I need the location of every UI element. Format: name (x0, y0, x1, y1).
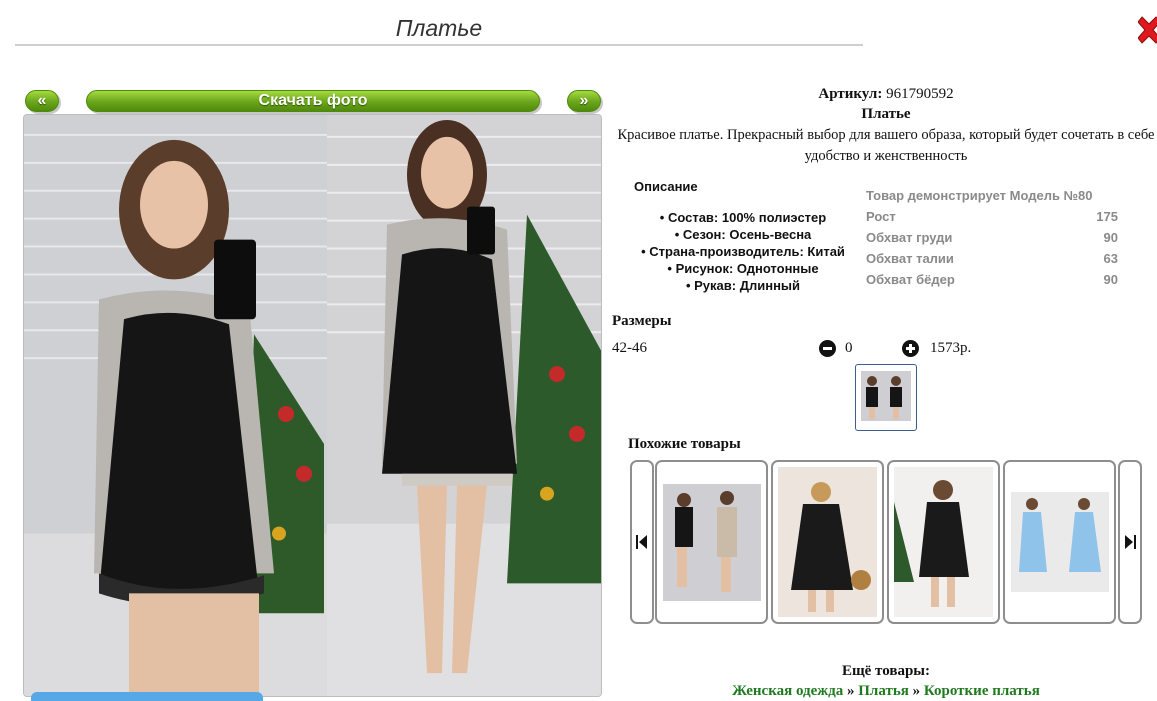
thumbnail-image (861, 371, 911, 421)
next-photo-button[interactable]: » (567, 90, 601, 112)
breadcrumb-link-short-dresses[interactable]: Короткие платья (924, 683, 1040, 699)
minus-circle-icon[interactable] (819, 340, 836, 357)
measurement-label: Обхват бёдер (866, 272, 955, 287)
similar-product-card[interactable] (1003, 460, 1116, 624)
article-label: Артикул: (818, 86, 883, 102)
page-title: Платье (15, 14, 863, 46)
size-row: 42-46 0 1573р. (612, 340, 1112, 360)
measurement-row: Обхват груди 90 (866, 227, 1118, 248)
price: 1573р. (930, 340, 972, 356)
similar-product-image (1011, 492, 1109, 592)
main-product-photo[interactable] (23, 114, 602, 697)
breadcrumb-link-womens-clothing[interactable]: Женская одежда (732, 683, 843, 699)
description-heading: Описание (634, 179, 698, 194)
measurement-row: Рост 175 (866, 206, 1118, 227)
description-item: Рукав: Длинный (612, 277, 874, 294)
product-description: Красивое платье. Прекрасный выбор для ва… (617, 127, 1155, 164)
category-breadcrumb: Женская одежда » Платья » Короткие плать… (612, 683, 1157, 700)
skip-back-icon (636, 535, 647, 549)
size-label: 42-46 (612, 340, 647, 356)
scroll-indicator-bar (31, 692, 263, 701)
breadcrumb-separator: » (912, 683, 921, 699)
model-measurements: Товар демонстрирует Модель №80 Рост 175 … (866, 185, 1118, 290)
measurement-value: 175 (1096, 209, 1118, 224)
similar-product-card[interactable] (887, 460, 1000, 624)
measurement-label: Обхват груди (866, 230, 953, 245)
similar-product-card[interactable] (655, 460, 768, 624)
product-thumbnail[interactable] (855, 364, 917, 431)
photo-left-half (24, 115, 327, 696)
quantity-value: 0 (845, 340, 853, 356)
prev-photo-button[interactable]: « (25, 90, 59, 112)
measurement-value: 90 (1103, 272, 1118, 287)
article-value: 961790592 (886, 86, 954, 102)
similar-product-image (894, 467, 993, 617)
skip-forward-icon (1125, 535, 1136, 549)
description-item: Рисунок: Однотонные (612, 260, 874, 277)
plus-circle-icon[interactable] (902, 340, 919, 357)
more-products-heading: Ещё товары: (841, 663, 931, 679)
download-photo-button[interactable]: Скачать фото (86, 90, 540, 112)
measurement-label: Обхват талии (866, 251, 954, 266)
description-list: Состав: 100% полиэстер Сезон: Осень-весн… (612, 209, 874, 294)
breadcrumb-separator: » (847, 683, 855, 699)
description-item: Состав: 100% полиэстер (612, 209, 874, 226)
photo-right-half (327, 115, 601, 696)
similar-product-image (663, 484, 761, 601)
similar-product-image (778, 467, 877, 617)
carousel-prev-button[interactable] (630, 460, 654, 624)
description-item: Сезон: Осень-весна (612, 226, 874, 243)
description-item: Страна-производитель: Китай (612, 243, 874, 260)
similar-heading: Похожие товары (628, 436, 741, 452)
measurement-row: Обхват бёдер 90 (866, 269, 1118, 290)
sizes-heading: Размеры (612, 313, 672, 329)
measurement-value: 63 (1103, 251, 1118, 266)
measurement-label: Рост (866, 209, 896, 224)
carousel-next-button[interactable] (1118, 460, 1142, 624)
product-name: Платье (861, 106, 911, 122)
article-number: Артикул: 961790592 (612, 86, 1157, 103)
breadcrumb-link-dresses[interactable]: Платья (858, 683, 909, 699)
similar-product-card[interactable] (771, 460, 884, 624)
measurement-value: 90 (1103, 230, 1118, 245)
close-icon[interactable] (1138, 14, 1157, 46)
model-title: Товар демонстрирует Модель №80 (866, 188, 1093, 203)
measurement-row: Обхват талии 63 (866, 248, 1118, 269)
